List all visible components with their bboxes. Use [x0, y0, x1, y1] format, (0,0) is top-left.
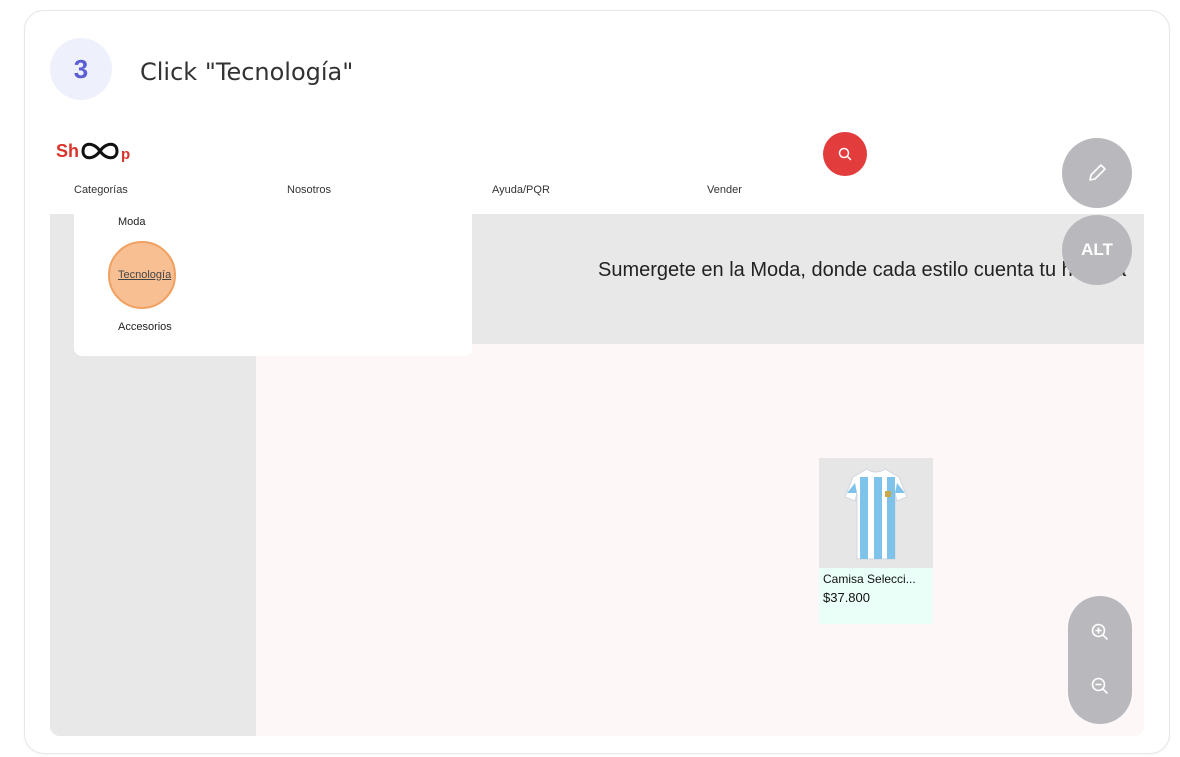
- zoom-in-button[interactable]: [1088, 620, 1112, 644]
- search-icon: [838, 147, 852, 161]
- step-number: 3: [73, 53, 89, 84]
- dropdown-item-moda[interactable]: Moda: [118, 216, 146, 228]
- screenshot-frame: Sumergete en la Moda, donde cada estilo …: [50, 126, 1144, 736]
- nav-item-categorias[interactable]: Categorías: [74, 184, 128, 196]
- step-number-badge: 3: [50, 38, 112, 100]
- nav-item-ayuda[interactable]: Ayuda/PQR: [492, 184, 550, 196]
- zoom-out-button[interactable]: [1088, 674, 1112, 698]
- nav-item-vender[interactable]: Vender: [707, 184, 742, 196]
- alt-button[interactable]: ALT: [1062, 215, 1132, 285]
- sidebar-area: [50, 344, 256, 736]
- step-instruction: Click "Tecnología": [140, 58, 354, 86]
- product-card[interactable]: Camisa Selecci... $37.800: [819, 458, 933, 624]
- content-area: Camisa Selecci... $37.800: [256, 344, 1144, 736]
- banner-text: Sumergete en la Moda, donde cada estilo …: [598, 259, 1127, 281]
- edit-button[interactable]: [1062, 138, 1132, 208]
- dropdown-item-tecnologia[interactable]: Tecnología: [118, 269, 171, 281]
- search-button[interactable]: [823, 132, 867, 176]
- zoom-controls: [1068, 596, 1132, 724]
- categories-dropdown: Moda Tecnología Accesorios: [74, 212, 472, 356]
- nav-item-nosotros[interactable]: Nosotros: [287, 184, 331, 196]
- infinity-logo-icon: [81, 142, 119, 160]
- zoom-in-icon: [1091, 623, 1108, 640]
- product-price: $37.800: [823, 590, 870, 605]
- dropdown-item-accesorios[interactable]: Accesorios: [118, 321, 172, 333]
- pencil-icon: [1089, 164, 1106, 181]
- logo-text-left: Sh: [56, 140, 80, 161]
- product-name: Camisa Selecci...: [823, 572, 916, 586]
- zoom-out-icon: [1091, 677, 1108, 694]
- alt-label: ALT: [1081, 240, 1113, 259]
- logo-text-right: p: [121, 145, 131, 163]
- shirt-image: [844, 468, 908, 560]
- product-image: [819, 458, 933, 568]
- site-logo[interactable]: Sh p: [56, 136, 130, 166]
- main-nav: Categorías Nosotros Ayuda/PQR Vender: [50, 184, 1144, 204]
- site-header: Sh p Categorías Nosotros Ayuda/PQR Vende…: [50, 126, 1144, 214]
